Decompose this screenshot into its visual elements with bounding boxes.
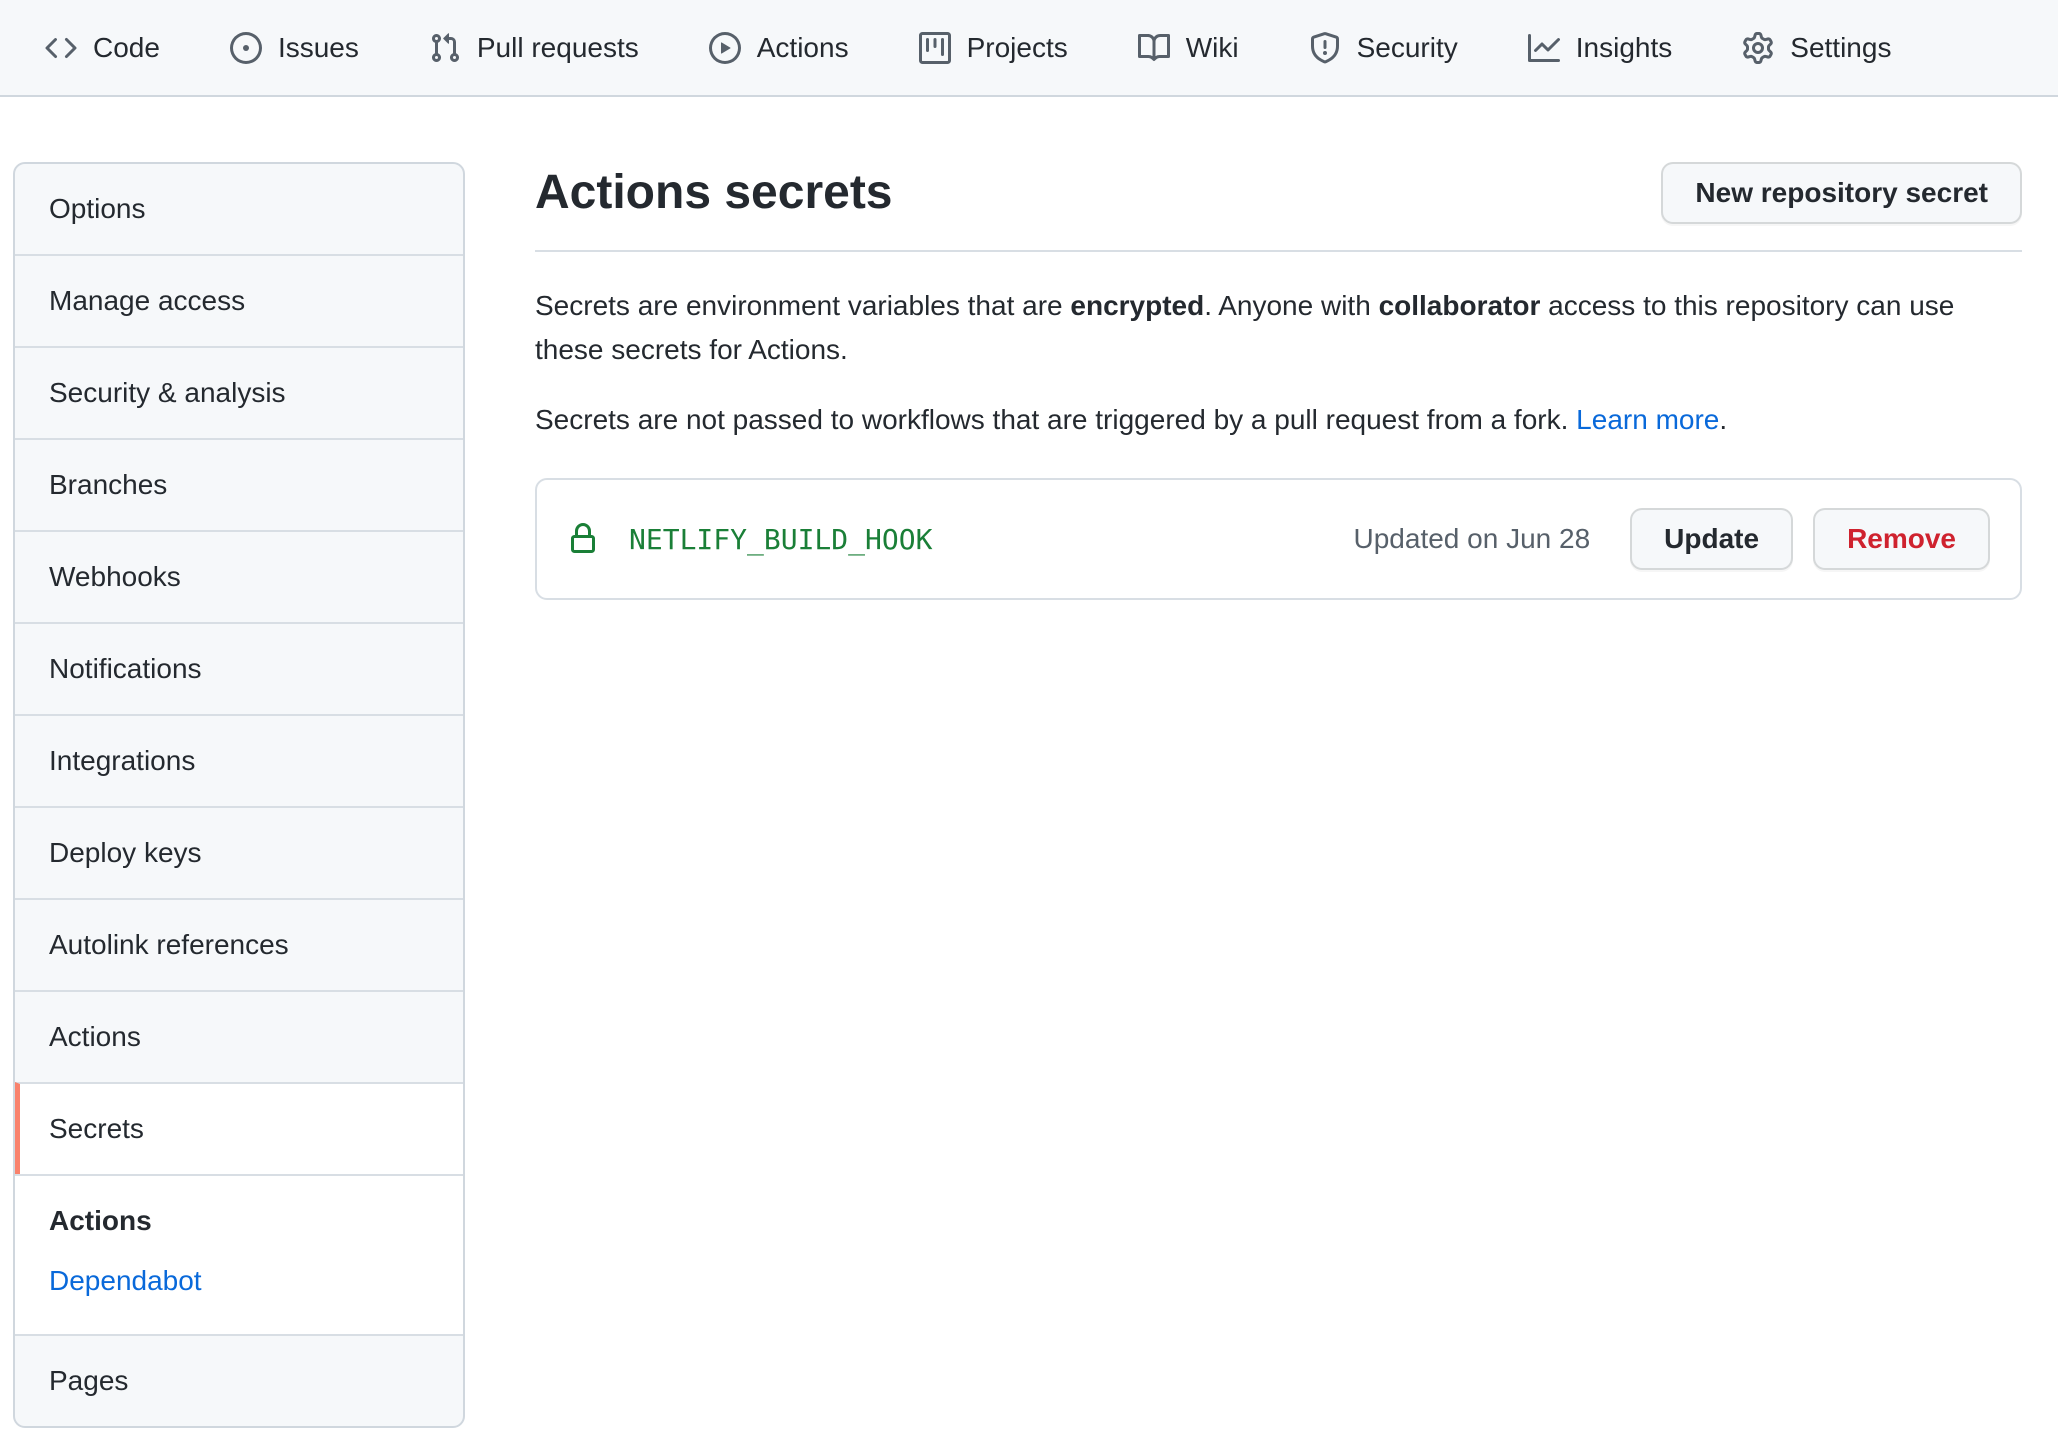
tab-label: Security <box>1357 34 1458 62</box>
tab-label: Projects <box>967 34 1068 62</box>
fork-note: Secrets are not passed to workflows that… <box>535 398 2022 442</box>
sidebar-item-webhooks[interactable]: Webhooks <box>15 530 463 622</box>
secret-row: NETLIFY_BUILD_HOOK Updated on Jun 28 Upd… <box>537 480 2020 598</box>
tab-pull-requests[interactable]: Pull requests <box>429 32 639 64</box>
settings-sidebar: Options Manage access Security & analysi… <box>13 162 465 1428</box>
tab-projects[interactable]: Projects <box>919 32 1068 64</box>
tab-label: Settings <box>1790 34 1891 62</box>
description-bold-encrypted: encrypted <box>1070 290 1204 321</box>
repo-tab-bar: Code Issues Pull requests Actions Projec… <box>0 0 2058 97</box>
issue-opened-icon <box>230 32 262 64</box>
tab-label: Wiki <box>1186 34 1239 62</box>
play-icon <box>709 32 741 64</box>
secrets-description: Secrets are environment variables that a… <box>535 284 2022 372</box>
page-title: Actions secrets <box>535 163 893 223</box>
fork-note-period: . <box>1719 404 1727 435</box>
sidebar-item-options[interactable]: Options <box>15 164 463 254</box>
sidebar-item-pages[interactable]: Pages <box>15 1334 463 1426</box>
git-pull-request-icon <box>429 32 461 64</box>
secrets-list: NETLIFY_BUILD_HOOK Updated on Jun 28 Upd… <box>535 478 2022 600</box>
lock-icon <box>567 523 599 555</box>
tab-security[interactable]: Security <box>1309 32 1458 64</box>
fork-note-text: Secrets are not passed to workflows that… <box>535 404 1576 435</box>
learn-more-link[interactable]: Learn more <box>1576 404 1719 435</box>
tab-code[interactable]: Code <box>45 32 160 64</box>
sidebar-item-autolink-references[interactable]: Autolink references <box>15 898 463 990</box>
shield-icon <box>1309 32 1341 64</box>
tab-actions[interactable]: Actions <box>709 32 849 64</box>
sidebar-item-deploy-keys[interactable]: Deploy keys <box>15 806 463 898</box>
tab-label: Code <box>93 34 160 62</box>
sidebar-item-notifications[interactable]: Notifications <box>15 622 463 714</box>
graph-icon <box>1528 32 1560 64</box>
secret-updated-date: Updated on Jun 28 <box>1354 523 1591 555</box>
remove-secret-button[interactable]: Remove <box>1813 508 1990 570</box>
code-icon <box>45 32 77 64</box>
update-secret-button[interactable]: Update <box>1630 508 1793 570</box>
description-text: Secrets are environment variables that a… <box>535 290 1070 321</box>
page-header: Actions secrets New repository secret <box>535 162 2022 252</box>
book-icon <box>1138 32 1170 64</box>
subsection-header-actions: Actions <box>49 1204 447 1238</box>
tab-settings[interactable]: Settings <box>1742 32 1891 64</box>
tab-label: Issues <box>278 34 359 62</box>
sidebar-item-security-analysis[interactable]: Security & analysis <box>15 346 463 438</box>
new-repository-secret-button[interactable]: New repository secret <box>1661 162 2022 224</box>
gear-icon <box>1742 32 1774 64</box>
description-bold-collaborator: collaborator <box>1379 290 1541 321</box>
sidebar-item-integrations[interactable]: Integrations <box>15 714 463 806</box>
sidebar-item-manage-access[interactable]: Manage access <box>15 254 463 346</box>
main-content: Actions secrets New repository secret Se… <box>535 162 2022 600</box>
description-text: . Anyone with <box>1204 290 1378 321</box>
tab-label: Actions <box>757 34 849 62</box>
secret-name: NETLIFY_BUILD_HOOK <box>629 523 1354 556</box>
tab-issues[interactable]: Issues <box>230 32 359 64</box>
tab-wiki[interactable]: Wiki <box>1138 32 1239 64</box>
tab-label: Insights <box>1576 34 1673 62</box>
subsection-link-dependabot[interactable]: Dependabot <box>49 1264 202 1298</box>
tab-insights[interactable]: Insights <box>1528 32 1673 64</box>
tab-label: Pull requests <box>477 34 639 62</box>
sidebar-item-secrets[interactable]: Secrets <box>15 1082 463 1174</box>
project-board-icon <box>919 32 951 64</box>
secrets-subsection: Actions Dependabot <box>15 1174 463 1334</box>
page-body: Options Manage access Security & analysi… <box>0 97 2058 1428</box>
sidebar-item-actions[interactable]: Actions <box>15 990 463 1082</box>
sidebar-item-branches[interactable]: Branches <box>15 438 463 530</box>
